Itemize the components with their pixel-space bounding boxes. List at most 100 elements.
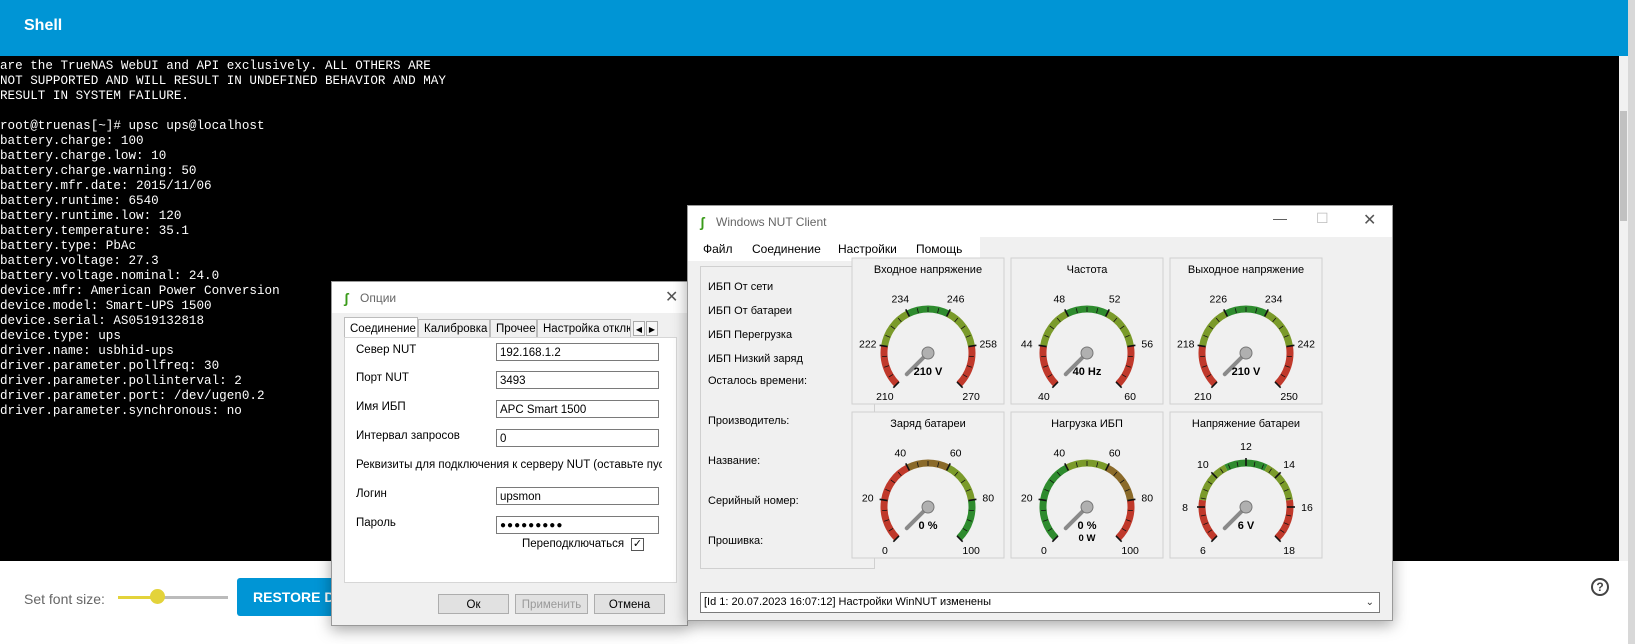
gauge-tick-label: 44 <box>1021 338 1033 350</box>
gauge: Входное напряжение 210 222 234 246 258 270 210 … <box>851 257 1005 405</box>
gauge-hub <box>921 500 935 514</box>
gauge-hub <box>1239 500 1253 514</box>
gauge: Напряжение батареи 6 8 10 12 14 16 18 6 V <box>1169 411 1323 559</box>
gauge-frame <box>1169 257 1323 405</box>
reconnect-label: Переподключаться <box>522 538 625 550</box>
gauge-tick-label: 20 <box>862 492 874 504</box>
gauge-tick-label: 100 <box>1121 545 1139 557</box>
gauge-tick-label: 10 <box>1197 459 1209 471</box>
tab-scroll-left-icon[interactable]: ◀ <box>633 321 645 336</box>
gauge-hub <box>1080 346 1094 360</box>
terminal-line: driver.parameter.port: /dev/ugen0.2 <box>0 389 265 403</box>
gauge: Выходное напряжение 210 218 226 234 242 250 210… <box>1169 257 1323 405</box>
shell-header: Shell <box>0 0 1628 56</box>
gauge-title: Выходное напряжение <box>1188 264 1304 276</box>
login-label: Логин <box>356 488 387 500</box>
nut-server-input[interactable]: 192.168.1.2 <box>496 343 659 361</box>
gauge-tick-label: 60 <box>1109 448 1121 460</box>
close-icon[interactable]: ✕ <box>665 287 678 307</box>
gauge-tick-label: 18 <box>1283 545 1295 557</box>
terminal-line: NOT SUPPORTED AND WILL RESULT IN UNDEFIN… <box>0 74 446 88</box>
terminal-line: driver.parameter.synchronous: no <box>0 404 242 418</box>
gauge-frame <box>851 257 1005 405</box>
tab-scroll-right-icon[interactable]: ▶ <box>646 321 658 336</box>
gauge-tick-label: 8 <box>1182 502 1188 514</box>
gauge-tick-label: 80 <box>982 492 994 504</box>
tab-calibration[interactable]: Калибровка <box>418 319 490 338</box>
gauge-value: 210 V <box>914 366 943 378</box>
gauge-tick-label: 40 <box>1038 391 1050 403</box>
gauge-tick-label: 242 <box>1297 338 1315 350</box>
gauge: Заряд батареи 0 20 40 60 80 100 0 % <box>851 411 1005 559</box>
poll-interval-input[interactable]: 0 <box>496 429 659 447</box>
ok-button[interactable]: Ок <box>438 594 509 614</box>
gauge-tick-label: 0 <box>1041 545 1047 557</box>
terminal-line: battery.voltage: 27.3 <box>0 254 159 268</box>
terminal-line: device.mfr: American Power Conversion <box>0 284 280 298</box>
gauge-tick-label: 16 <box>1301 502 1313 514</box>
ups-name-input[interactable]: APC Smart 1500 <box>496 400 659 418</box>
terminal-line: battery.charge: 100 <box>0 134 144 148</box>
password-input[interactable]: ●●●●●●●●● <box>496 516 659 534</box>
gauge-tick-label: 234 <box>1265 294 1283 306</box>
terminal-line: battery.charge.low: 10 <box>0 149 167 163</box>
tab-misc[interactable]: Прочее <box>490 319 537 338</box>
terminal-line: driver.name: usbhid-ups <box>0 344 174 358</box>
gauge-tick-label: 60 <box>1124 391 1136 403</box>
reconnect-checkbox[interactable]: ✓ <box>631 538 644 551</box>
terminal-line: driver.parameter.pollfreq: 30 <box>0 359 220 373</box>
gauge-title: Напряжение батареи <box>1192 418 1300 430</box>
gauge-tick-label: 20 <box>1021 492 1033 504</box>
gauge-value: 6 V <box>1238 520 1255 532</box>
gauge-tick-label: 80 <box>1141 492 1153 504</box>
help-icon[interactable]: ? <box>1591 578 1609 596</box>
event-log-text: [Id 1: 20.07.2023 16:07:12] Настройки Wi… <box>704 596 991 608</box>
gauge-tick-label: 210 <box>1194 391 1212 403</box>
gauge-tick-label: 12 <box>1240 441 1252 453</box>
tab-shutdown[interactable]: Настройка отключения <box>537 319 631 338</box>
terminal-line: battery.runtime: 6540 <box>0 194 159 208</box>
options-dialog: ʃ Опции ✕ Соединение Калибровка Прочее Н… <box>331 281 688 626</box>
field-label: Интервал запросов <box>356 430 460 442</box>
gauge-value: 0 % <box>919 520 938 532</box>
terminal-line: battery.mfr.date: 2015/11/06 <box>0 179 212 193</box>
gauge-frame <box>1169 411 1323 559</box>
options-title: Опции <box>360 291 397 305</box>
slider-knob[interactable] <box>149 589 165 604</box>
terminal-line: battery.temperature: 35.1 <box>0 224 189 238</box>
options-titlebar[interactable]: ʃ Опции ✕ <box>332 282 687 313</box>
login-input[interactable]: upsmon <box>496 487 659 505</box>
terminal-line: battery.runtime.low: 120 <box>0 209 182 223</box>
gauge-title: Входное напряжение <box>874 264 982 276</box>
gauge-value: 40 Hz <box>1073 366 1102 378</box>
field-label: Север NUT <box>356 344 417 356</box>
credentials-note: Реквизиты для подключения к серверу NUT … <box>356 459 662 471</box>
cancel-button[interactable]: Отмена <box>594 594 665 614</box>
password-label: Пароль <box>356 517 396 529</box>
gauge-title: Заряд батареи <box>890 418 966 430</box>
terminal-line: driver.parameter.pollinterval: 2 <box>0 374 242 388</box>
gauge-tick-label: 218 <box>1177 338 1195 350</box>
font-size-label: Set font size: <box>24 591 105 607</box>
apply-button[interactable]: Применить <box>515 594 588 614</box>
tab-connection[interactable]: Соединение <box>344 317 418 338</box>
field-label: Порт NUT <box>356 372 409 384</box>
gauge-subvalue: 0 W <box>1079 533 1096 544</box>
gauge-tick-label: 48 <box>1053 294 1065 306</box>
terminal-line: are the TrueNAS WebUI and API exclusivel… <box>0 59 431 73</box>
terminal-scrollbar[interactable] <box>1619 56 1628 561</box>
gauge-tick-label: 14 <box>1283 459 1295 471</box>
gauge: Частота 40 44 48 52 56 60 40 Hz <box>1010 257 1164 405</box>
nut-port-input[interactable]: 3493 <box>496 371 659 389</box>
gauge-frame <box>1010 257 1164 405</box>
gauge-panel: Входное напряжение 210 222 234 246 258 270 210 … <box>851 257 1323 559</box>
gauge-tick-label: 210 <box>876 391 894 403</box>
terminal-line: RESULT IN SYSTEM FAILURE. <box>0 89 189 103</box>
event-log-select[interactable]: [Id 1: 20.07.2023 16:07:12] Настройки Wi… <box>700 592 1380 613</box>
font-size-slider[interactable] <box>118 596 228 599</box>
gauge-hub <box>1239 346 1253 360</box>
gauge-title: Нагрузка ИБП <box>1051 418 1123 430</box>
gauge-value: 0 % <box>1078 520 1097 532</box>
scrollbar-thumb[interactable] <box>1620 111 1627 221</box>
gauge-tick-label: 258 <box>979 338 997 350</box>
